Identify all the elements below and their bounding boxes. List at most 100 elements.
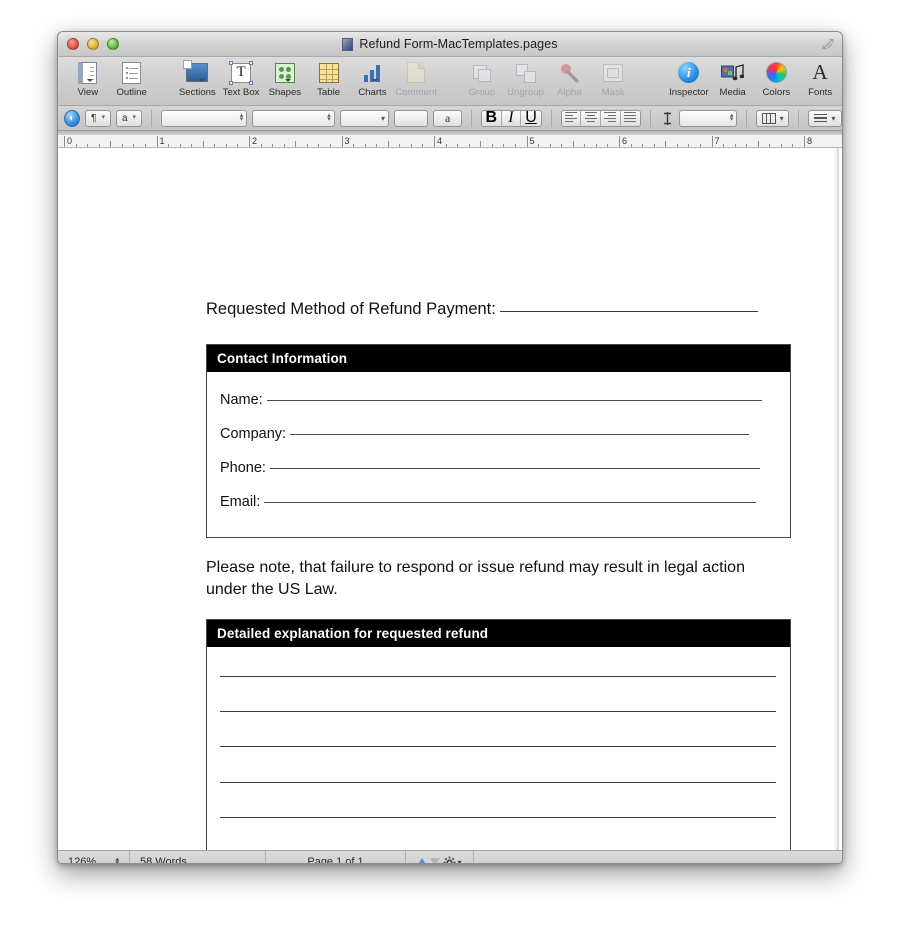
columns-menu[interactable]: ▾	[756, 109, 789, 127]
stepper-icon: ▴ ▾	[239, 112, 244, 123]
ruler-tick-minor	[792, 143, 794, 147]
ruler-tick-minor	[699, 143, 701, 147]
explanation-blank-line[interactable]	[220, 746, 776, 747]
align-right-button[interactable]	[601, 110, 621, 126]
ruler-tick-minor	[214, 143, 216, 147]
toolbar-button-view[interactable]: View	[66, 57, 110, 98]
align-justify-button[interactable]	[620, 110, 641, 126]
toolbar-label: Charts	[358, 87, 387, 98]
align-left-icon	[565, 112, 578, 124]
ruler-tick-minor	[642, 143, 644, 147]
ruler-label: 3	[344, 136, 350, 146]
divider	[151, 109, 152, 127]
character-color-button[interactable]: a	[433, 109, 462, 127]
explanation-blank-line[interactable]	[220, 817, 776, 818]
ruler-tick-minor	[110, 141, 112, 147]
font-size-select[interactable]: ▾	[339, 109, 389, 127]
horizontal-ruler[interactable]: 0 1 2 3 4 5 6 7 8	[58, 131, 842, 148]
toolbar-label: Inspector	[669, 87, 709, 98]
toolbar-button-shapes[interactable]: Shapes	[263, 57, 307, 98]
font-family-select[interactable]: ▴ ▾	[160, 109, 248, 127]
minimize-button[interactable]	[87, 38, 99, 50]
view-icon	[78, 60, 98, 85]
ruler-tick-minor	[260, 143, 262, 147]
toolbar-button-media[interactable]: Media	[711, 57, 755, 98]
close-button[interactable]	[67, 38, 79, 50]
toolbar-button-ungroup[interactable]: Ungroup	[504, 57, 548, 98]
lists-menu[interactable]: ▾	[807, 109, 842, 127]
toolbar-button-alpha[interactable]: Alpha	[547, 57, 591, 98]
page-up-icon[interactable]	[417, 858, 428, 863]
ruler-tick-minor	[87, 143, 89, 147]
toolbar-button-charts[interactable]: Charts	[350, 57, 394, 98]
ruler-tick-major	[341, 136, 343, 147]
chevron-down-icon[interactable]	[372, 79, 379, 82]
title-bar[interactable]: Refund Form-MacTemplates.pages	[58, 32, 842, 57]
toolbar-button-inspector[interactable]: i Inspector	[667, 57, 711, 98]
toolbar-button-fonts[interactable]: A Fonts	[798, 57, 842, 99]
ruler-tick-minor	[445, 143, 447, 147]
chevron-down-icon[interactable]	[87, 79, 94, 82]
page-nav-group: ▾	[406, 851, 474, 863]
align-center-button[interactable]	[581, 110, 602, 126]
ruler-tick-minor	[607, 143, 609, 147]
ruler-tick-minor	[364, 143, 366, 147]
chevron-down-icon[interactable]	[198, 79, 205, 82]
title-center-group: Refund Form-MacTemplates.pages	[58, 32, 842, 56]
document-page[interactable]: Requested Method of Refund Payment: Cont…	[58, 148, 839, 850]
underline-button[interactable]: U	[521, 110, 541, 126]
zoom-control[interactable]: 126% ▴ ▾	[58, 851, 130, 863]
toolbar-button-mask[interactable]: Mask	[591, 57, 635, 98]
italic-button[interactable]: I	[501, 109, 522, 126]
ruler-tick-minor	[144, 143, 146, 147]
explanation-blank-line[interactable]	[220, 711, 776, 712]
character-color-label: a	[444, 110, 451, 125]
field-rule[interactable]	[266, 400, 762, 401]
styles-drawer-button[interactable]: ◐	[64, 109, 81, 127]
divider	[746, 109, 748, 127]
toolbar-label: Comment	[395, 87, 437, 98]
page-down-icon[interactable]	[429, 858, 440, 863]
contact-information-header: Contact Information	[207, 345, 790, 372]
toolbar-label: Fonts	[808, 87, 833, 98]
ruler-label: 6	[622, 136, 628, 146]
toolbar-button-comment[interactable]: Comment	[394, 57, 438, 98]
ruler-tick-major	[804, 136, 805, 147]
ruler-tick-minor	[399, 143, 401, 147]
resize-corner-icon[interactable]	[821, 37, 835, 51]
font-typeface-select[interactable]: ▴ ▾	[252, 109, 335, 127]
align-left-button[interactable]	[561, 110, 582, 126]
page-edge-shadow	[834, 148, 839, 850]
gear-icon[interactable]: ▾	[443, 856, 462, 863]
toolbar-button-outline[interactable]: Outline	[110, 57, 154, 98]
toolbar-button-group[interactable]: Group	[460, 57, 504, 98]
character-style-menu[interactable]: a ▾	[116, 109, 143, 127]
toolbar-button-table[interactable]: Table	[307, 57, 351, 98]
toolbar-label: Alpha	[557, 87, 582, 98]
ruler-tick-minor	[202, 141, 204, 147]
chevron-down-icon[interactable]	[284, 79, 291, 82]
bold-button[interactable]: B	[481, 110, 502, 126]
explanation-blank-line[interactable]	[220, 782, 776, 783]
toolbar-button-text-box[interactable]: T Text Box	[219, 57, 263, 98]
ruler-tick-minor	[653, 143, 655, 147]
field-rule[interactable]	[264, 502, 757, 503]
text-color-well[interactable]	[394, 109, 429, 127]
media-icon	[721, 60, 745, 85]
ruler-tick-minor	[595, 143, 597, 147]
line-spacing-select[interactable]: ▴ ▾	[679, 109, 738, 127]
zoom-button[interactable]	[107, 38, 119, 50]
field-rule[interactable]	[290, 434, 750, 435]
stepper-icon[interactable]: ▴ ▾	[115, 856, 119, 863]
italic-label: I	[508, 109, 514, 126]
explanation-blank-line[interactable]	[220, 676, 776, 677]
toolbar-button-colors[interactable]: Colors	[754, 57, 798, 98]
toolbar-label: Ungroup	[507, 87, 544, 98]
ruler-tick-minor	[306, 143, 308, 147]
group-icon	[472, 60, 492, 85]
document-canvas[interactable]: Requested Method of Refund Payment: Cont…	[58, 148, 842, 850]
toolbar-button-sections[interactable]: Sections	[175, 57, 219, 98]
field-rule[interactable]	[270, 468, 760, 469]
mask-icon	[603, 60, 624, 85]
paragraph-style-menu[interactable]: ¶ ▾	[85, 109, 112, 127]
